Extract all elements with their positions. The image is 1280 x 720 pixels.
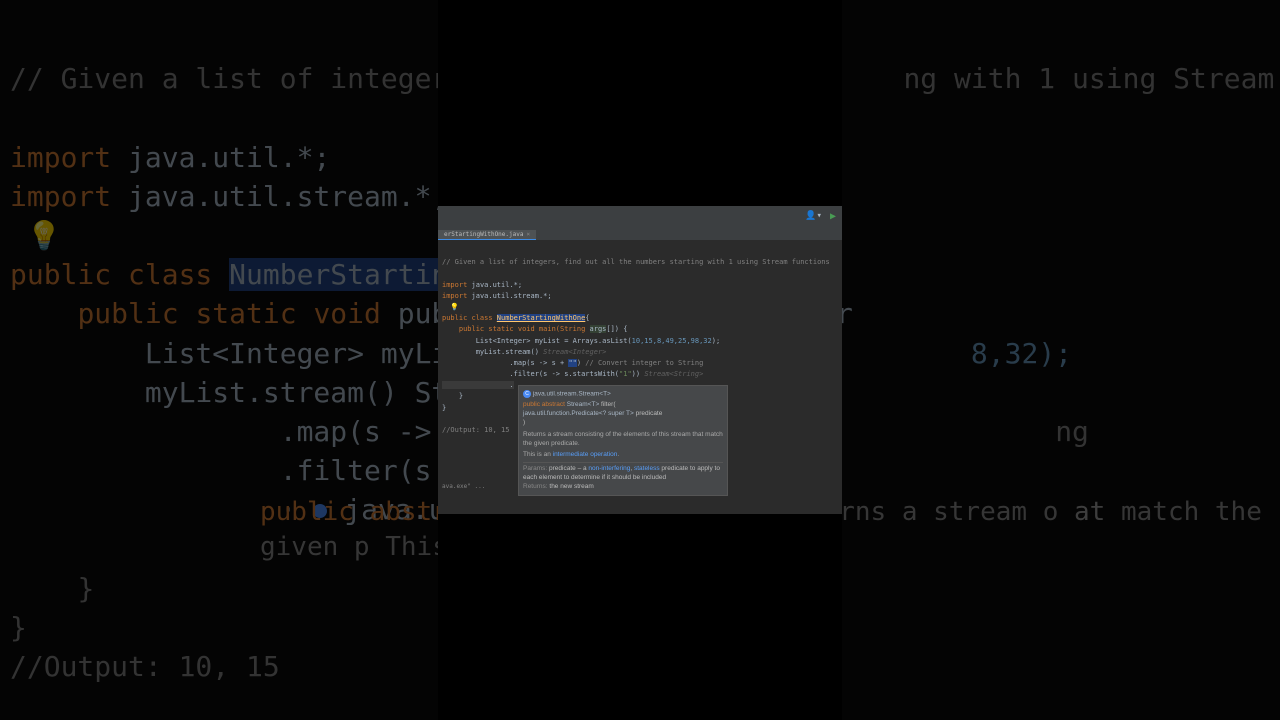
doc-description: Returns a stream consisting of the eleme… xyxy=(523,431,723,449)
run-icon[interactable]: ▶ xyxy=(830,211,836,222)
doc-header: C java.util.stream.Stream<T> xyxy=(523,390,723,399)
doc-link-stateless[interactable]: stateless xyxy=(634,465,660,472)
letterbox-top xyxy=(438,0,842,206)
doc-link-intermediate[interactable]: intermediate operation xyxy=(553,451,618,458)
intention-bulb-icon: 💡 xyxy=(27,219,62,252)
class-icon: C xyxy=(523,390,531,398)
letterbox-bottom xyxy=(438,514,842,720)
user-icon[interactable]: 👤▾ xyxy=(805,211,822,221)
doc-class-path: java.util.stream.Stream<T> xyxy=(533,391,611,398)
doc-note: This is an intermediate operation. xyxy=(523,451,723,460)
class-name-highlighted: NumberStartingWithOne xyxy=(497,314,586,322)
status-text: ava.exe" ... xyxy=(442,483,485,490)
ide-toolbar: 👤▾ ▶ xyxy=(438,206,842,226)
intention-bulb-icon[interactable]: 💡 xyxy=(442,303,459,311)
tab-file[interactable]: erStartingWithOne.java × xyxy=(438,230,536,240)
doc-signature: public abstract Stream<T> filter( java.u… xyxy=(523,401,723,427)
doc-link-noninterfering[interactable]: non-interfering xyxy=(588,465,630,472)
quick-doc-popup[interactable]: C java.util.stream.Stream<T> public abst… xyxy=(518,385,728,496)
doc-returns: Returns: the new stream xyxy=(523,483,723,492)
close-icon[interactable]: × xyxy=(526,231,530,238)
doc-params: Params: predicate – a non-interfering, s… xyxy=(523,465,723,483)
editor-tabs: erStartingWithOne.java × xyxy=(438,226,842,240)
code-comment: // Given a list of integers, find out al… xyxy=(442,258,830,266)
cursor-line: . xyxy=(442,381,514,389)
tab-label: erStartingWithOne.java xyxy=(444,231,523,238)
separator xyxy=(523,462,723,463)
